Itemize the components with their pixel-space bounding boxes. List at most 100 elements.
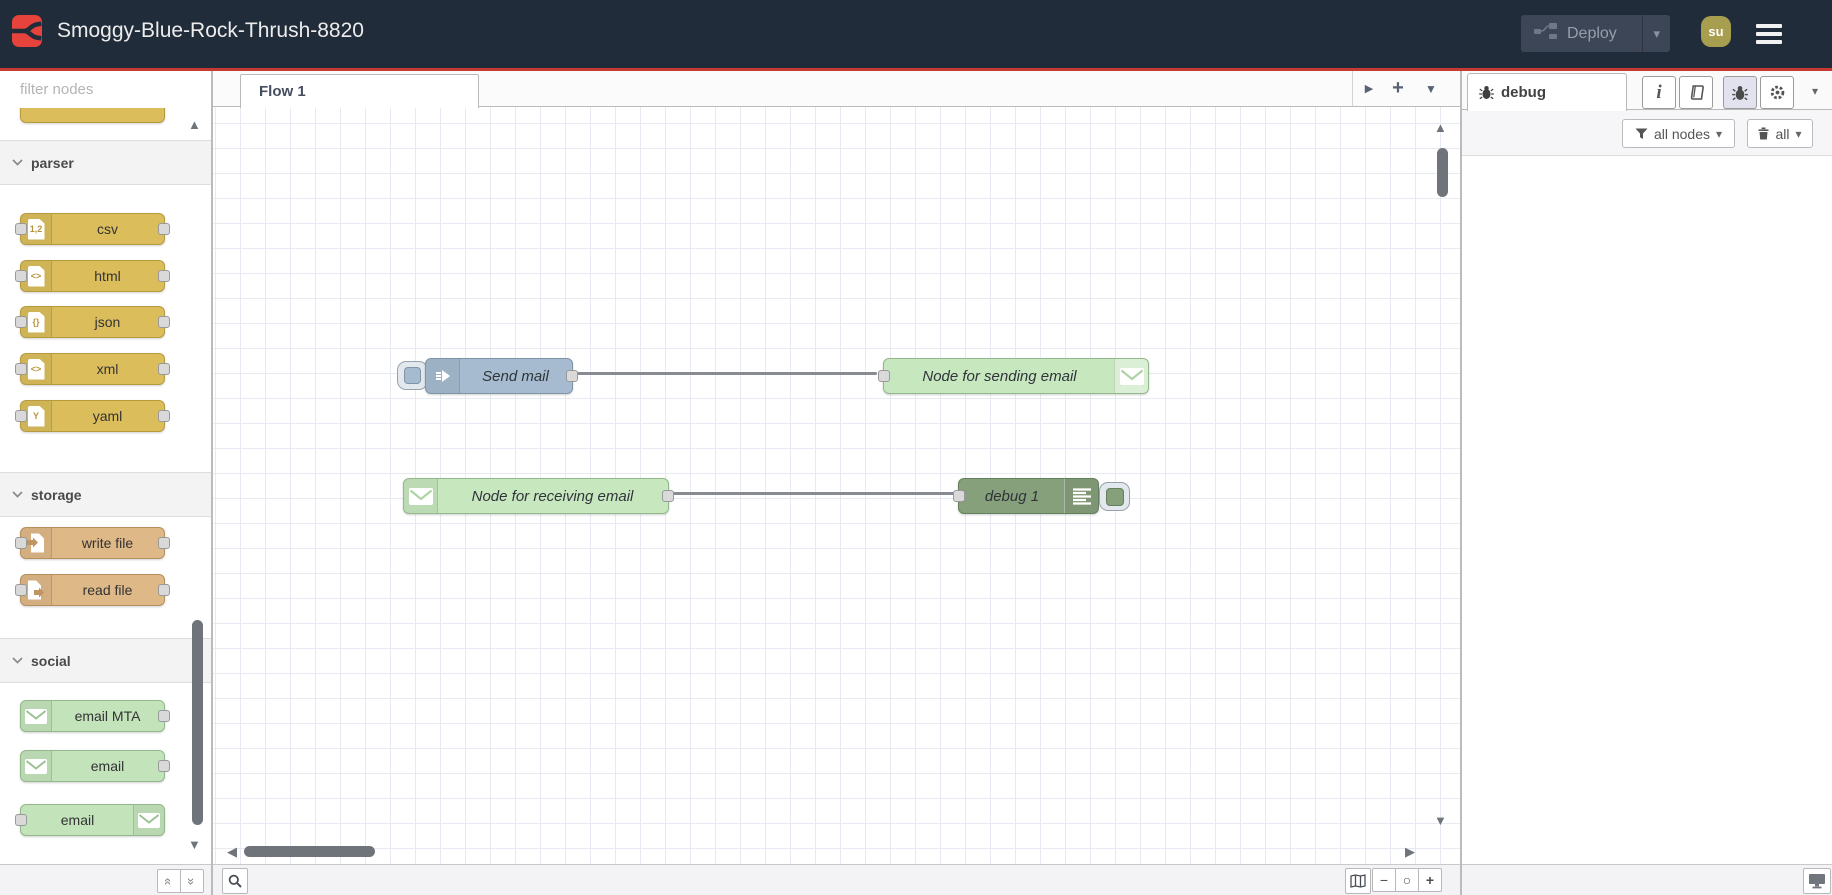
- debug-filter-button[interactable]: all nodes ▾: [1622, 119, 1735, 148]
- palette-node-xml[interactable]: <> xml: [15, 353, 170, 385]
- wire[interactable]: [571, 372, 877, 375]
- settings-tab-button[interactable]: [1760, 76, 1794, 109]
- output-port[interactable]: [158, 410, 170, 422]
- zoom-in-button[interactable]: +: [1418, 868, 1442, 892]
- input-port[interactable]: [953, 490, 965, 502]
- palette-category-parser[interactable]: parser: [0, 140, 211, 185]
- input-port[interactable]: [15, 537, 27, 549]
- palette-node-clipped[interactable]: [20, 108, 165, 123]
- info-tab-button[interactable]: i: [1642, 76, 1676, 109]
- input-port[interactable]: [15, 410, 27, 422]
- sidebar-tab-label: debug: [1501, 84, 1546, 101]
- palette-divider[interactable]: [211, 71, 213, 895]
- node-label: email: [90, 758, 125, 774]
- output-port[interactable]: [158, 316, 170, 328]
- palette-node-email-out[interactable]: email: [15, 804, 165, 836]
- input-port[interactable]: [15, 223, 27, 235]
- zoom-reset-button[interactable]: ○: [1395, 868, 1419, 892]
- palette-node-json[interactable]: {} json: [15, 306, 170, 338]
- canvas-scroll-left-icon[interactable]: ◀: [227, 845, 237, 858]
- canvas-hscrollbar-thumb[interactable]: [244, 846, 375, 857]
- output-port[interactable]: [158, 760, 170, 772]
- sidebar-tab-debug[interactable]: debug: [1467, 73, 1627, 111]
- deploy-label: Deploy: [1567, 24, 1617, 42]
- palette-scroll-down-icon[interactable]: ▼: [188, 838, 201, 851]
- output-port[interactable]: [662, 490, 674, 502]
- palette-filter-input[interactable]: [18, 80, 221, 99]
- palette-node-yaml[interactable]: Y yaml: [15, 400, 170, 432]
- canvas-node-debug[interactable]: debug 1: [958, 478, 1099, 514]
- monitor-icon: [1809, 874, 1825, 889]
- deploy-options-caret[interactable]: ▾: [1642, 15, 1670, 52]
- device-view-button[interactable]: [1803, 868, 1831, 894]
- palette-category-storage[interactable]: storage: [0, 472, 211, 517]
- node-label: xml: [96, 361, 119, 377]
- palette-node-html[interactable]: <> html: [15, 260, 170, 292]
- canvas-node-inject[interactable]: Send mail: [425, 358, 573, 394]
- palette-node-email-mta[interactable]: email MTA: [20, 700, 170, 732]
- navigator-button[interactable]: [1345, 868, 1371, 894]
- canvas-scroll-right-icon[interactable]: ▶: [1405, 845, 1415, 858]
- output-port[interactable]: [158, 710, 170, 722]
- add-flow-button[interactable]: +: [1385, 71, 1411, 106]
- chevron-down-icon: [12, 491, 23, 498]
- palette-node-csv[interactable]: 1,2 csv: [15, 213, 170, 245]
- csv-file-icon: 1,2: [27, 218, 45, 240]
- flow-list-caret[interactable]: ▼: [1418, 71, 1444, 106]
- output-port[interactable]: [566, 370, 578, 382]
- palette: parser 1,2 csv <> html {} json <> xml Y …: [0, 108, 211, 864]
- output-port[interactable]: [158, 223, 170, 235]
- input-port[interactable]: [15, 363, 27, 375]
- zoom-controls: − ○ +: [1372, 868, 1442, 892]
- workspace-title: Smoggy-Blue-Rock-Thrush-8820: [57, 19, 364, 42]
- category-label: social: [31, 652, 71, 669]
- sidebar-divider[interactable]: [1460, 71, 1462, 895]
- trash-icon: [1758, 127, 1769, 140]
- palette-category-social[interactable]: social: [0, 638, 211, 683]
- search-flows-button[interactable]: [222, 868, 248, 894]
- palette-node-email-in[interactable]: email: [20, 750, 170, 782]
- collapse-all-button[interactable]: «: [157, 869, 181, 893]
- palette-search-box[interactable]: [0, 71, 221, 109]
- palette-scrollbar-thumb[interactable]: [192, 620, 203, 825]
- canvas-node-email-in[interactable]: Node for receiving email: [403, 478, 669, 514]
- zoom-out-button[interactable]: −: [1372, 868, 1396, 892]
- filter-icon: [1635, 128, 1648, 139]
- book-icon: [1690, 85, 1704, 100]
- user-avatar[interactable]: su: [1701, 16, 1731, 47]
- tab-scroll-right-icon[interactable]: ▶: [1356, 71, 1382, 106]
- output-port[interactable]: [158, 363, 170, 375]
- deploy-button[interactable]: Deploy ▾: [1521, 15, 1670, 52]
- html-file-icon: <>: [27, 265, 45, 287]
- debug-clear-button[interactable]: all ▾: [1747, 119, 1813, 148]
- output-port[interactable]: [158, 584, 170, 596]
- node-label: json: [94, 314, 121, 330]
- flow-tab[interactable]: Flow 1: [240, 74, 479, 108]
- inject-trigger-button[interactable]: [397, 361, 428, 390]
- output-port[interactable]: [158, 537, 170, 549]
- canvas-vscrollbar-thumb[interactable]: [1437, 148, 1448, 197]
- debug-toggle-button[interactable]: [1099, 482, 1130, 511]
- output-port[interactable]: [158, 270, 170, 282]
- palette-footer-controls: « »: [157, 869, 204, 893]
- palette-node-write-file[interactable]: write file: [15, 527, 170, 559]
- input-port[interactable]: [878, 370, 890, 382]
- expand-all-button[interactable]: »: [180, 869, 204, 893]
- input-port[interactable]: [15, 814, 27, 826]
- palette-scroll-up-icon[interactable]: ▲: [188, 118, 201, 131]
- node-label: debug 1: [984, 487, 1040, 505]
- wire[interactable]: [667, 492, 958, 495]
- palette-node-read-file[interactable]: read file: [15, 574, 170, 606]
- help-tab-button[interactable]: [1679, 76, 1713, 109]
- main-menu-button[interactable]: [1756, 24, 1782, 44]
- flow-canvas[interactable]: Send mail Node for sending email Node fo…: [213, 107, 1460, 864]
- canvas-node-email-out[interactable]: Node for sending email: [883, 358, 1149, 394]
- flow-tab-bar: Flow 1 ▶ + ▼: [213, 71, 1460, 108]
- input-port[interactable]: [15, 316, 27, 328]
- input-port[interactable]: [15, 584, 27, 596]
- debug-tab-button[interactable]: [1723, 76, 1757, 109]
- canvas-scroll-down-icon[interactable]: ▼: [1434, 814, 1447, 827]
- canvas-scroll-up-icon[interactable]: ▲: [1434, 121, 1447, 134]
- sidebar-menu-caret[interactable]: ▾: [1812, 84, 1818, 98]
- input-port[interactable]: [15, 270, 27, 282]
